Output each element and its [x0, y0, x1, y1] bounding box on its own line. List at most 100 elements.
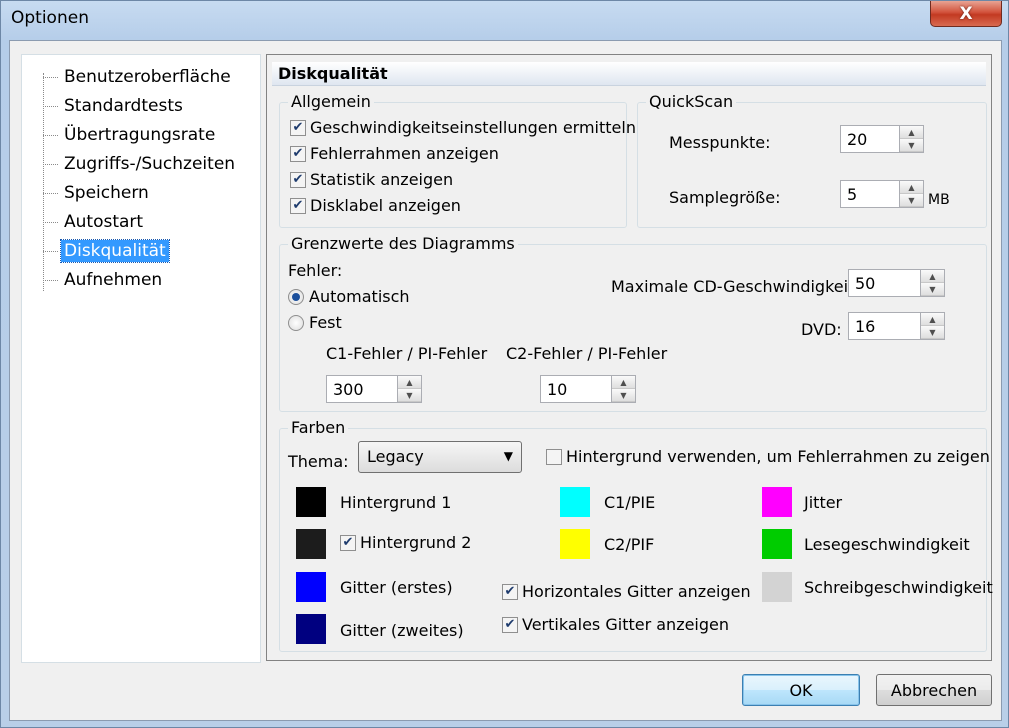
checkbox-label: Statistik anzeigen: [310, 170, 454, 189]
radio-unselected-icon: [288, 314, 304, 331]
tree-item-autostart[interactable]: Autostart: [43, 210, 146, 234]
tree-item-speichern[interactable]: Speichern: [43, 181, 152, 205]
cancel-button[interactable]: Abbrechen: [876, 674, 992, 706]
checkmark-icon: ✔: [290, 197, 306, 214]
tree-item-zugriffszeiten[interactable]: Zugriffs-/Suchzeiten: [43, 152, 238, 176]
spin-down-icon[interactable]: ▼: [900, 194, 923, 207]
settings-panel: Diskqualität Allgemein ✔ Geschwindigkeit…: [266, 54, 993, 661]
checkbox-label: Horizontales Gitter anzeigen: [522, 582, 751, 601]
radio-selected-icon: [288, 288, 304, 305]
swatch-schreib[interactable]: [762, 572, 792, 602]
label-c2pif: C2/PIF: [604, 535, 655, 554]
spin-down-icon[interactable]: ▼: [921, 326, 944, 339]
checkmark-icon: ✔: [290, 145, 306, 162]
dvd-label: DVD:: [801, 320, 842, 339]
group-title: QuickScan: [646, 92, 737, 111]
spin-down-icon[interactable]: ▼: [612, 389, 635, 402]
checkbox-hintergrund2[interactable]: ✔ Hintergrund 2: [340, 533, 471, 552]
c1-input[interactable]: 300: [326, 375, 398, 403]
c1-stepper[interactable]: 300 ▲ ▼: [326, 375, 422, 403]
max-cd-stepper[interactable]: 50 ▲ ▼: [848, 269, 945, 297]
radio-automatisch[interactable]: Automatisch: [288, 287, 410, 306]
checkbox-label: Hintergrund 2: [360, 533, 472, 552]
checkbox-hintergrund-fehlerrahmen[interactable]: Hintergrund verwenden, um Fehlerrahmen z…: [546, 447, 990, 466]
checkmark-icon: ✔: [502, 616, 518, 633]
tree-item-uebertragungsrate[interactable]: Übertragungsrate: [43, 123, 218, 147]
checkmark-icon: ✔: [290, 119, 306, 136]
tree-item-diskqualitaet[interactable]: Diskqualität: [43, 239, 170, 263]
options-window: Optionen X Benutzeroberfläche Standardte…: [0, 0, 1009, 728]
c2-stepper[interactable]: 10 ▲ ▼: [540, 375, 636, 403]
spin-down-icon[interactable]: ▼: [398, 389, 421, 402]
thema-dropdown[interactable]: Legacy ▼: [358, 441, 522, 473]
label-gitter2: Gitter (zweites): [340, 621, 464, 640]
dialog-client-area: Benutzeroberfläche Standardtests Übertra…: [9, 40, 1002, 721]
swatch-hintergrund2[interactable]: [296, 529, 326, 559]
checkbox-statistik[interactable]: ✔ Statistik anzeigen: [290, 170, 453, 189]
radio-label: Automatisch: [309, 287, 410, 306]
spin-up-icon[interactable]: ▲: [398, 376, 421, 389]
label-schreib: Schreibgeschwindigkeit: [804, 578, 993, 597]
tree-item-aufnehmen[interactable]: Aufnehmen: [43, 268, 165, 292]
samplegroesse-input[interactable]: 5: [840, 180, 900, 208]
tree-item-standardtests[interactable]: Standardtests: [43, 94, 186, 118]
panel-title: Diskqualität: [272, 62, 986, 86]
spin-up-icon[interactable]: ▲: [921, 313, 944, 326]
swatch-gitter2[interactable]: [296, 614, 326, 644]
group-farben: Farben Thema: Legacy ▼ Hintergrund verwe…: [279, 418, 993, 652]
swatch-c1pie[interactable]: [560, 487, 590, 517]
spin-up-icon[interactable]: ▲: [900, 181, 923, 194]
group-allgemein: Allgemein ✔ Geschwindigkeitseinstellunge…: [279, 92, 636, 228]
samplegroesse-label: Samplegröße:: [669, 188, 781, 207]
thema-value: Legacy: [367, 447, 424, 466]
messpunkte-label: Messpunkte:: [669, 133, 771, 152]
spin-down-icon[interactable]: ▼: [921, 283, 944, 296]
checkbox-label: Geschwindigkeitseinstellungen ermitteln: [310, 118, 636, 137]
group-grenzwerte: Grenzwerte des Diagramms Fehler: Automat…: [279, 234, 987, 412]
label-hintergrund1: Hintergrund 1: [340, 493, 452, 512]
swatch-jitter[interactable]: [762, 487, 792, 517]
tree-item-benutzeroberflaeche[interactable]: Benutzeroberfläche: [43, 65, 234, 89]
group-title: Grenzwerte des Diagramms: [288, 234, 518, 253]
checkbox-label: Vertikales Gitter anzeigen: [522, 615, 730, 634]
samplegroesse-stepper[interactable]: 5 ▲ ▼: [840, 180, 924, 208]
checkmark-icon: ✔: [502, 583, 518, 600]
label-c1pie: C1/PIE: [604, 493, 656, 512]
swatch-c2pif[interactable]: [560, 529, 590, 559]
tree-item-label: Zugriffs-/Suchzeiten: [64, 154, 236, 174]
checkbox-geschwindigkeit[interactable]: ✔ Geschwindigkeitseinstellungen ermittel…: [290, 118, 636, 137]
checkbox-vertical-grid[interactable]: ✔ Vertikales Gitter anzeigen: [502, 615, 729, 634]
max-cd-input[interactable]: 50: [848, 269, 921, 297]
close-button[interactable]: X: [930, 1, 1002, 27]
c2-input[interactable]: 10: [540, 375, 612, 403]
checkbox-label: Fehlerrahmen anzeigen: [310, 144, 499, 163]
label-gitter1: Gitter (erstes): [340, 578, 453, 597]
fehler-label: Fehler:: [288, 261, 343, 280]
dvd-input[interactable]: 16: [848, 312, 921, 340]
options-tree[interactable]: Benutzeroberfläche Standardtests Übertra…: [21, 54, 261, 663]
checkbox-fehlerrahmen[interactable]: ✔ Fehlerrahmen anzeigen: [290, 144, 499, 163]
swatch-gitter1[interactable]: [296, 572, 326, 602]
checkmark-icon: ✔: [340, 534, 356, 551]
swatch-lese[interactable]: [762, 529, 792, 559]
tree-item-label: Diskqualität: [60, 239, 170, 263]
checkbox-label: Disklabel anzeigen: [310, 196, 461, 215]
ok-button[interactable]: OK: [742, 674, 860, 706]
spin-up-icon[interactable]: ▲: [612, 376, 635, 389]
c1-label: C1-Fehler / PI-Fehler: [326, 344, 488, 363]
spin-up-icon[interactable]: ▲: [900, 126, 923, 139]
messpunkte-input[interactable]: 20: [840, 125, 900, 153]
spin-down-icon[interactable]: ▼: [900, 139, 923, 152]
dvd-stepper[interactable]: 16 ▲ ▼: [848, 312, 945, 340]
messpunkte-stepper[interactable]: 20 ▲ ▼: [840, 125, 924, 153]
window-title: Optionen: [11, 8, 89, 28]
radio-fest[interactable]: Fest: [288, 313, 342, 332]
swatch-hintergrund1[interactable]: [296, 487, 326, 517]
checkbox-disklabel[interactable]: ✔ Disklabel anzeigen: [290, 196, 461, 215]
tree-item-label: Benutzeroberfläche: [64, 67, 231, 87]
tree-item-label: Aufnehmen: [64, 270, 163, 290]
samplegroesse-unit: MB: [928, 192, 950, 208]
spin-up-icon[interactable]: ▲: [921, 270, 944, 283]
checkbox-horizontal-grid[interactable]: ✔ Horizontales Gitter anzeigen: [502, 582, 751, 601]
label-jitter: Jitter: [804, 493, 843, 512]
